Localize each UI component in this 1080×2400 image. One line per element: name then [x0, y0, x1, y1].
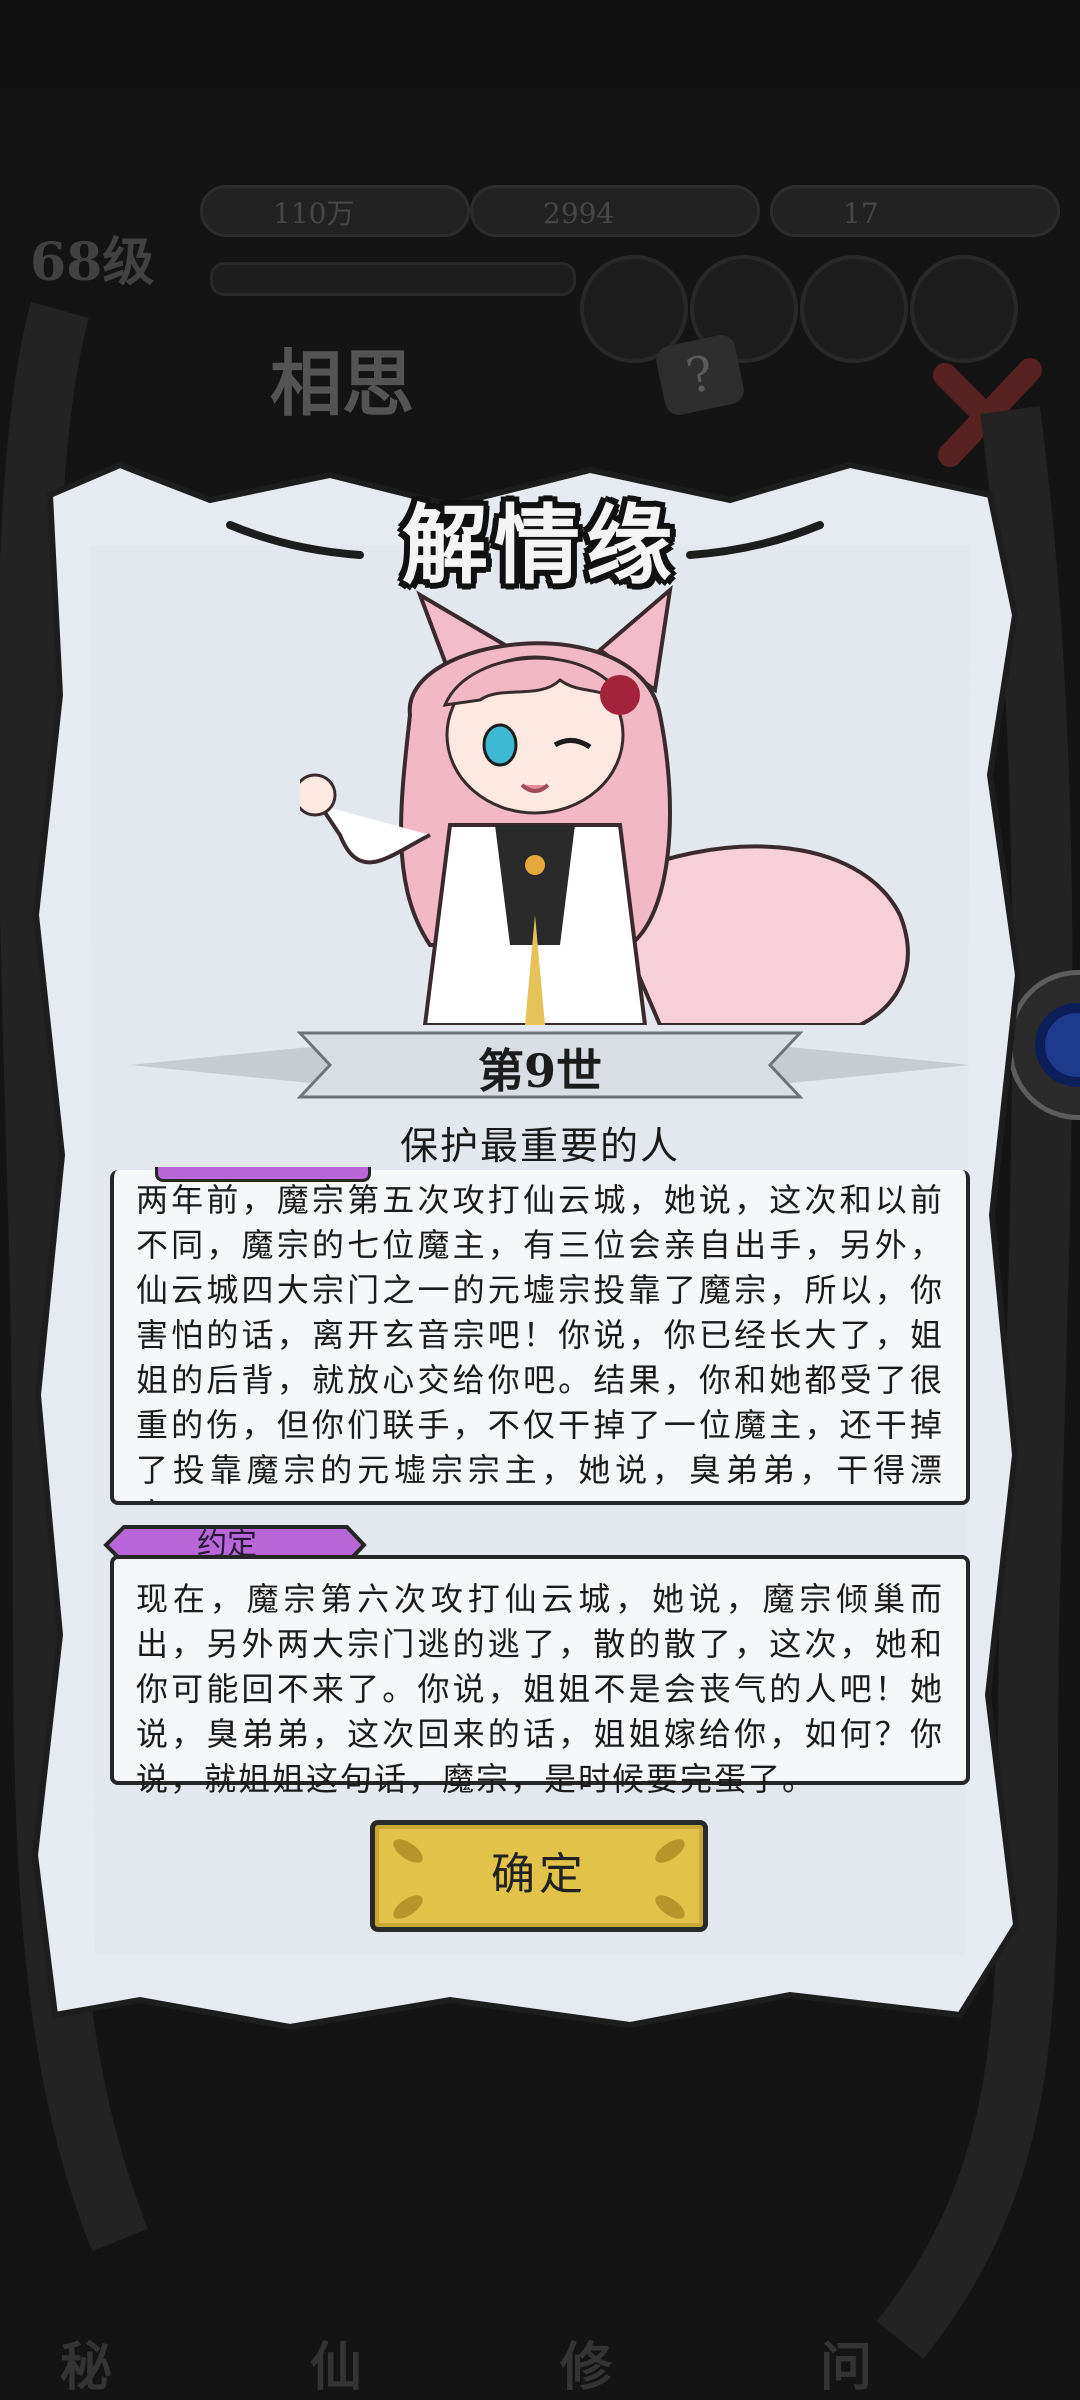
- story-text-second: 现在，魔宗第六次攻打仙云城，她说，魔宗倾巢而出，另外两大宗门逃的逃了，散的散了，…: [110, 1555, 970, 1798]
- leaf-ornament: [389, 1890, 427, 1924]
- player-level: 68级: [30, 232, 155, 293]
- tag-partial: [155, 1167, 371, 1182]
- leaf-ornament: [651, 1890, 689, 1924]
- story-text-first[interactable]: 两年前，魔宗第五次攻打仙云城，她说，这次和以前不同，魔宗的七位魔主，有三位会亲自…: [110, 1170, 970, 1505]
- resource-pill-gem: 17: [770, 185, 1060, 237]
- leaf-ornament: [651, 1834, 689, 1868]
- bottom-tab-3: 修: [560, 2337, 613, 2398]
- dialog-title: 解情缘: [402, 495, 678, 596]
- fox-girl-portrait: [300, 585, 910, 1025]
- resource-pill-silver: 110万: [200, 185, 470, 237]
- status-bar: [0, 0, 1080, 88]
- resource-pill-gold: 2994: [470, 185, 760, 237]
- bottom-tab-2: 仙: [310, 2337, 363, 2398]
- confirm-button[interactable]: 确定: [370, 1820, 708, 1932]
- bottom-tab-1: 秘: [60, 2337, 113, 2398]
- game-screen: 110万 2994 17 68级 相思 ? 秘 仙 修 问 解情缘 第9世 保护…: [0, 0, 1080, 2400]
- leaf-ornament: [389, 1834, 427, 1868]
- bottom-tab-4: 问: [820, 2337, 873, 2398]
- confirm-label: 确定: [491, 1849, 587, 1900]
- subtitle: 保护最重要的人: [399, 1124, 680, 1168]
- life-label: 第9世: [477, 1044, 602, 1098]
- fate-dialog: 解情缘 第9世 保护最重要的人 两年前，魔宗第五次攻打仙云城，她说，这次和以前不…: [30, 455, 1020, 2035]
